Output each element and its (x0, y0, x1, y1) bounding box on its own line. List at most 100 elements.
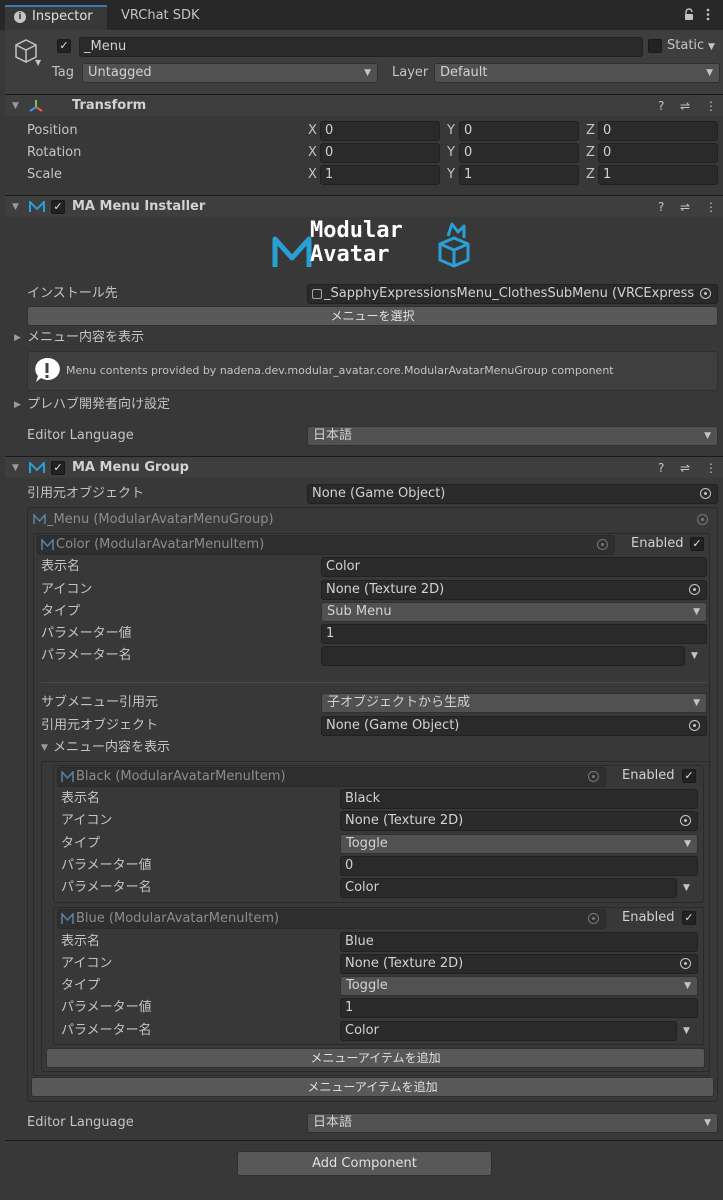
type-label: タイプ (41, 604, 81, 619)
submenu-source-dropdown[interactable]: 子オブジェクトから生成 ▼ (321, 693, 707, 713)
preset-sliders-icon[interactable]: ⇌ (680, 460, 690, 476)
tab-vrchat-sdk[interactable]: VRChat SDK (121, 6, 200, 26)
add-component-button[interactable]: Add Component (237, 1151, 492, 1176)
color-enabled-checkbox[interactable]: ✓ (690, 537, 704, 551)
y-label: Y (447, 123, 455, 138)
object-picker-icon[interactable] (588, 913, 599, 924)
menu-group-inner-title: _Menu (ModularAvatarMenuGroup) (47, 512, 274, 527)
object-picker-icon[interactable] (680, 958, 691, 969)
chevron-down-icon[interactable]: ▼ (683, 878, 690, 898)
editor-language-dropdown[interactable]: 日本語 ▼ (307, 1113, 718, 1133)
object-picker-icon[interactable] (700, 288, 711, 299)
help-icon[interactable]: ? (658, 98, 664, 114)
scale-z-field[interactable]: 1 (598, 165, 718, 185)
type-dropdown[interactable]: Toggle ▼ (340, 834, 698, 854)
foldout-arrow-icon[interactable]: ▶ (14, 395, 21, 415)
foldout-arrow-icon[interactable]: ▼ (12, 458, 19, 478)
black-enabled-label: Enabled (622, 768, 675, 783)
icon-field[interactable]: None (Texture 2D) (340, 954, 698, 974)
group-source-field[interactable]: None (Game Object) (307, 484, 718, 504)
param-name-label: パラメーター名 (61, 880, 152, 895)
more-vertical-icon[interactable]: ⋮ (705, 199, 717, 215)
object-picker-icon[interactable] (689, 584, 700, 595)
static-checkbox[interactable] (648, 39, 662, 53)
help-icon[interactable]: ? (658, 199, 664, 215)
scale-y-field[interactable]: 1 (459, 165, 579, 185)
type-dropdown[interactable]: Sub Menu ▼ (321, 602, 707, 622)
param-name-field[interactable]: Color (340, 1021, 677, 1041)
rotation-x-field[interactable]: 0 (320, 143, 440, 163)
object-picker-icon[interactable] (689, 720, 700, 731)
object-picker-icon[interactable] (588, 771, 599, 782)
component-enabled-checkbox[interactable]: ✓ (51, 200, 65, 214)
object-picker-icon[interactable] (680, 815, 691, 826)
icon-label: アイコン (41, 582, 93, 597)
blue-item-title: Blue (ModularAvatarMenuItem) (76, 911, 280, 926)
active-checkbox[interactable]: ✓ (57, 39, 71, 53)
display-name-field[interactable]: Blue (340, 932, 698, 952)
install-target-field[interactable]: _SapphyExpressionsMenu_ClothesSubMenu (V… (307, 284, 718, 304)
black-enabled-checkbox[interactable]: ✓ (682, 769, 696, 783)
preset-sliders-icon[interactable]: ⇌ (680, 199, 690, 215)
param-name-field[interactable] (321, 646, 685, 666)
icon-value: None (Texture 2D) (326, 582, 445, 597)
object-picker-icon[interactable] (700, 488, 711, 499)
kebab-menu-icon[interactable] (704, 8, 712, 21)
position-x-field[interactable]: 0 (320, 121, 440, 141)
position-y-field[interactable]: 0 (459, 121, 579, 141)
foldout-arrow-icon[interactable]: ▼ (12, 197, 19, 217)
object-picker-icon[interactable] (697, 514, 708, 525)
static-label[interactable]: Static (667, 36, 704, 56)
add-menu-item-button[interactable]: メニューアイテムを追加 (31, 1077, 714, 1097)
display-name-field[interactable]: Color (321, 557, 707, 577)
type-label: タイプ (61, 836, 101, 851)
chevron-down-icon[interactable]: ▼ (683, 1021, 690, 1041)
param-value-field[interactable]: 1 (340, 998, 698, 1018)
chevron-down-icon[interactable]: ▼ (708, 37, 715, 57)
foldout-arrow-icon[interactable]: ▼ (12, 96, 19, 116)
foldout-arrow-icon[interactable]: ▶ (14, 328, 21, 348)
icon-field[interactable]: None (Texture 2D) (321, 580, 707, 600)
type-dropdown[interactable]: Toggle ▼ (340, 976, 698, 996)
chevron-down-icon[interactable]: ▼ (35, 58, 41, 67)
layer-dropdown[interactable]: Default ▼ (434, 63, 720, 83)
source-object-field[interactable]: None (Game Object) (321, 716, 707, 736)
icon-field[interactable]: None (Texture 2D) (340, 811, 698, 831)
show-contents-foldout[interactable]: メニュー内容を表示 (53, 738, 170, 758)
rotation-z-field[interactable]: 0 (598, 143, 718, 163)
position-z-field[interactable]: 0 (598, 121, 718, 141)
object-name-field[interactable]: _Menu (79, 37, 643, 57)
param-value-field[interactable]: 1 (321, 624, 707, 644)
help-icon[interactable]: ? (658, 460, 664, 476)
object-picker-icon[interactable] (597, 539, 608, 550)
more-vertical-icon[interactable]: ⋮ (705, 98, 717, 114)
param-value-field[interactable]: 0 (340, 856, 698, 876)
menu-installer-header[interactable]: ▼ ✓ MA Menu Installer ? ⇌ ⋮ (5, 195, 723, 217)
display-name-field[interactable]: Black (340, 789, 698, 809)
group-source-value: None (Game Object) (312, 486, 446, 501)
layer-value: Default (440, 65, 488, 80)
tag-dropdown[interactable]: Untagged ▼ (82, 63, 378, 83)
lock-icon[interactable] (684, 8, 694, 21)
editor-language-dropdown[interactable]: 日本語 ▼ (307, 426, 718, 446)
rotation-y-field[interactable]: 0 (459, 143, 579, 163)
type-value: Sub Menu (327, 604, 392, 619)
more-vertical-icon[interactable]: ⋮ (705, 460, 717, 476)
param-name-field[interactable]: Color (340, 878, 677, 898)
add-menu-item-button[interactable]: メニューアイテムを追加 (46, 1048, 705, 1068)
prefab-settings-foldout[interactable]: プレハブ開発者向け設定 (27, 395, 170, 415)
component-enabled-checkbox[interactable]: ✓ (51, 461, 65, 475)
scale-label: Scale (27, 167, 62, 182)
menu-group-header[interactable]: ▼ ✓ MA Menu Group ? ⇌ ⋮ (5, 456, 723, 478)
scale-x-field[interactable]: 1 (320, 165, 440, 185)
color-enabled-label: Enabled (631, 536, 684, 551)
blue-enabled-checkbox[interactable]: ✓ (682, 911, 696, 925)
preset-sliders-icon[interactable]: ⇌ (680, 98, 690, 114)
tab-inspector[interactable]: i Inspector (5, 5, 107, 30)
foldout-arrow-icon[interactable]: ▼ (41, 738, 48, 758)
group-source-label: 引用元オブジェクト (27, 486, 145, 501)
show-contents-foldout[interactable]: メニュー内容を表示 (27, 328, 144, 348)
chevron-down-icon[interactable]: ▼ (691, 646, 698, 666)
select-menu-button[interactable]: メニューを選択 (27, 306, 718, 326)
transform-header[interactable]: ▼ Transform ? ⇌ ⋮ (5, 94, 723, 116)
